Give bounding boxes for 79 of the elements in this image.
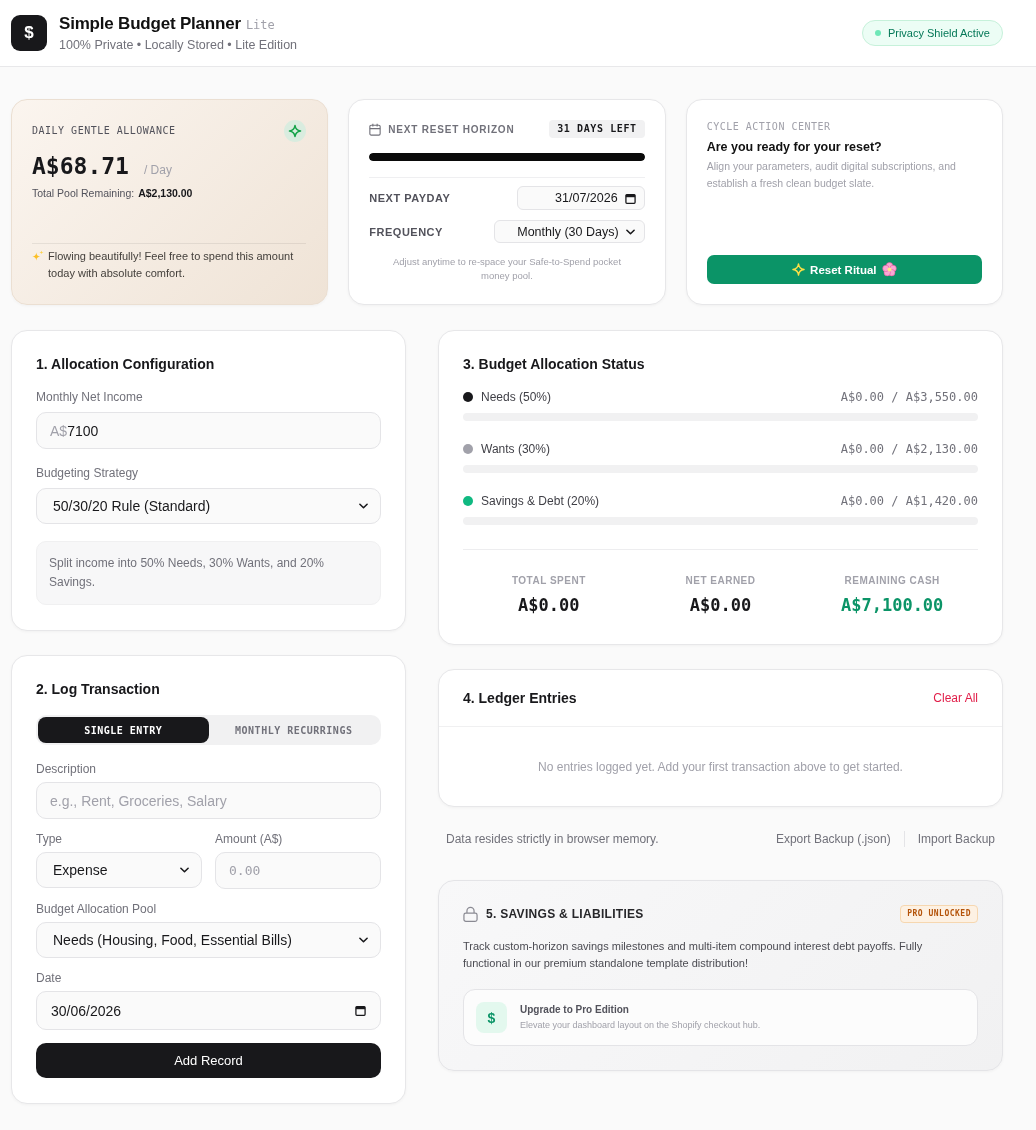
dropdown[interactable]: Expense — [36, 852, 202, 888]
upgrade-title: Upgrade to Pro Edition — [520, 1003, 630, 1017]
daily-amount: A$68.71 — [32, 152, 129, 181]
feature-description: Track custom-horizon savings milestones and multi-item compound interest debt payoffs. Fully functional in our premium standalone template distribution! — [463, 939, 924, 971]
sparkle-icon — [284, 120, 307, 142]
stat-value: A$0.00 — [517, 594, 581, 616]
calendar-icon — [369, 122, 382, 136]
days-left-badge: 31 DAYS LEFT — [549, 120, 645, 138]
category-amount: A$0.00 / A$2,130.00 — [840, 442, 978, 456]
field-label: FREQUENCY — [369, 225, 443, 238]
stat-value: A$0.00 — [688, 594, 753, 616]
field-label: Budgeting Strategy — [36, 465, 140, 481]
card-label: DAILY GENTLE ALLOWANCE — [32, 124, 176, 138]
stat-label: TOTAL SPENT — [510, 574, 587, 588]
flower-icon — [881, 262, 897, 277]
mode-tab[interactable]: MONTHLY RECURRINGS — [208, 717, 379, 743]
pool-value: A$2,130.00 — [138, 186, 193, 200]
field-label: NEXT PAYDAY — [369, 192, 451, 204]
category-name: Needs (50%) — [481, 390, 552, 404]
card-heading: Are you ready for your reset? — [706, 140, 883, 154]
encouragement-text: Flowing beautifully! Feel free to spend this amount today with absolute comfort. — [48, 249, 295, 281]
section-title: 5. SAVINGS & LIABILITIES — [486, 907, 644, 921]
section-title: 2. Log Transaction — [36, 680, 161, 699]
add-record-button[interactable]: Add Record — [36, 1043, 381, 1078]
footer-link[interactable]: Export Backup (.json) — [775, 832, 891, 846]
date-field[interactable]: 31/07/2026 — [516, 186, 645, 210]
mode-tab[interactable]: SINGLE ENTRY — [38, 717, 209, 743]
date-field[interactable]: 30/06/2026 — [36, 991, 381, 1030]
upgrade-subtitle: Elevate your dashboard layout on the Shopify checkout hub. — [520, 1019, 761, 1032]
clear-all-button[interactable]: Clear All — [925, 687, 986, 709]
category-amount: A$0.00 / A$1,420.00 — [840, 494, 978, 508]
category-amount: A$0.00 / A$3,550.00 — [840, 390, 978, 404]
category-name: Savings & Debt (20%) — [481, 494, 600, 508]
sparkles-icon — [32, 250, 44, 262]
calendar-icon — [355, 1005, 366, 1016]
chevron-down-icon — [180, 867, 189, 873]
section-title: 3. Budget Allocation Status — [463, 355, 646, 374]
footer-link[interactable]: Import Backup — [917, 832, 995, 846]
card-label: CYCLE ACTION CENTER — [706, 120, 832, 134]
sparkle-icon — [792, 263, 806, 276]
card-label: NEXT RESET HORIZON — [388, 123, 515, 135]
field-label: Monthly Net Income — [36, 389, 144, 405]
edition-label: Lite — [245, 16, 275, 34]
category-name: Wants (30%) — [481, 442, 550, 456]
dollar-tile: $ — [476, 1002, 507, 1033]
field-label: Date — [36, 970, 63, 986]
chevron-down-icon — [625, 228, 635, 235]
dropdown[interactable]: Needs (Housing, Food, Essential Bills) — [36, 922, 381, 958]
chevron-down-icon — [359, 503, 368, 509]
amount-unit: / Day — [143, 163, 172, 177]
upgrade-card[interactable]: $ Upgrade to Pro Edition Elevate your dashboard layout on the Shopify checkout hub. — [463, 989, 978, 1046]
hint-text: Adjust anytime to re-space your Safe-to-Spend pocket money pool. — [391, 255, 623, 283]
field-label: Type — [36, 831, 63, 847]
app-subtitle: 100% Private • Locally Stored • Lite Edition — [59, 36, 298, 53]
section-title: 4. Ledger Entries — [463, 689, 577, 708]
status-dot-icon — [874, 30, 881, 36]
pool-label: Total Pool Remaining: — [32, 186, 135, 200]
app-title: Simple Budget Planner — [59, 13, 241, 34]
dropdown[interactable]: Monthly (30 Days) — [493, 220, 645, 243]
app-logo: $ — [11, 15, 47, 51]
field-label: Budget Allocation Pool — [36, 901, 158, 917]
field-label: Amount (A$) — [215, 831, 284, 847]
dropdown[interactable]: 50/30/20 Rule (Standard) — [36, 488, 381, 524]
income-field[interactable]: A$7100 — [36, 412, 381, 449]
card-description: Align your parameters, audit digital subscriptions, and establish a fresh clean budget slate. — [706, 159, 957, 191]
calendar-icon — [624, 192, 636, 204]
stat-label: REMAINING CASH — [843, 574, 941, 588]
chevron-down-icon — [359, 937, 368, 943]
pro-badge: PRO UNLOCKED — [900, 905, 978, 923]
strategy-note: Split income into 50% Needs, 30% Wants, and 20% Savings. — [36, 541, 381, 605]
status-text: Privacy Shield Active — [887, 27, 990, 39]
empty-message: No entries logged yet. Add your first transaction above to get started. — [538, 759, 903, 774]
stat-value: A$7,100.00 — [840, 594, 945, 616]
reset-ritual-button[interactable]: Reset Ritual — [706, 255, 982, 284]
lock-icon — [463, 906, 478, 922]
storage-note: Data resides strictly in browser memory. — [446, 832, 659, 846]
stat-label: NET EARNED — [684, 574, 757, 588]
section-title: 1. Allocation Configuration — [36, 355, 216, 374]
field-label: Description — [36, 761, 98, 777]
